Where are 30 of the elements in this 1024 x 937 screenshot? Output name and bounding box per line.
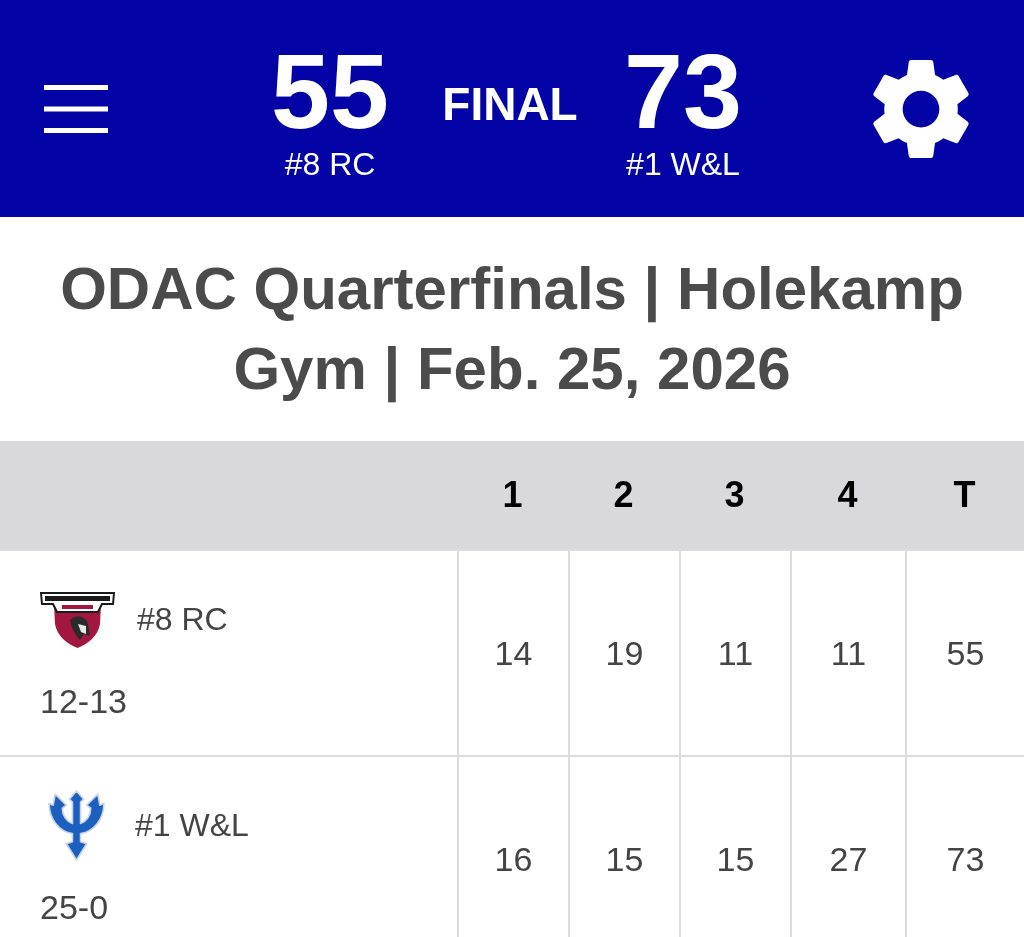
- score-cell: 16: [457, 757, 568, 937]
- team-record: 12-13: [40, 684, 127, 718]
- settings-button[interactable]: [872, 59, 970, 158]
- score-cell: 55: [905, 551, 1024, 755]
- game-title: ODAC Quarterfinals | Holekamp Gym | Feb. 25, 2026: [59, 254, 965, 405]
- team-name: #8 RC: [137, 603, 228, 635]
- team-score: 73: [624, 37, 742, 144]
- score-cell: 27: [790, 757, 905, 937]
- column-header: 4: [837, 477, 858, 513]
- shield-logo-icon: [40, 590, 115, 648]
- score-cell: 15: [679, 757, 790, 937]
- team-record: 25-0: [40, 890, 109, 924]
- menu-icon: [44, 84, 108, 133]
- team-label: #8 RC: [284, 147, 376, 180]
- score-cell: 14: [457, 551, 568, 755]
- score-cell: 11: [790, 551, 905, 755]
- column-header: 3: [724, 477, 745, 513]
- team-label: #1 W&L: [626, 147, 740, 180]
- column-header: T: [953, 477, 976, 513]
- team-name: #1 W&L: [135, 809, 249, 841]
- column-header: 1: [502, 477, 523, 513]
- settings-icon: [873, 59, 969, 158]
- menu-button[interactable]: [44, 84, 108, 133]
- score-cell: 73: [905, 757, 1024, 937]
- score-cell: 15: [568, 757, 679, 937]
- score-cell: 11: [679, 551, 790, 755]
- game-status: FINAL: [441, 80, 579, 127]
- team-score: 55: [271, 37, 389, 144]
- score-cell: 19: [568, 551, 679, 755]
- column-header: 2: [613, 477, 634, 513]
